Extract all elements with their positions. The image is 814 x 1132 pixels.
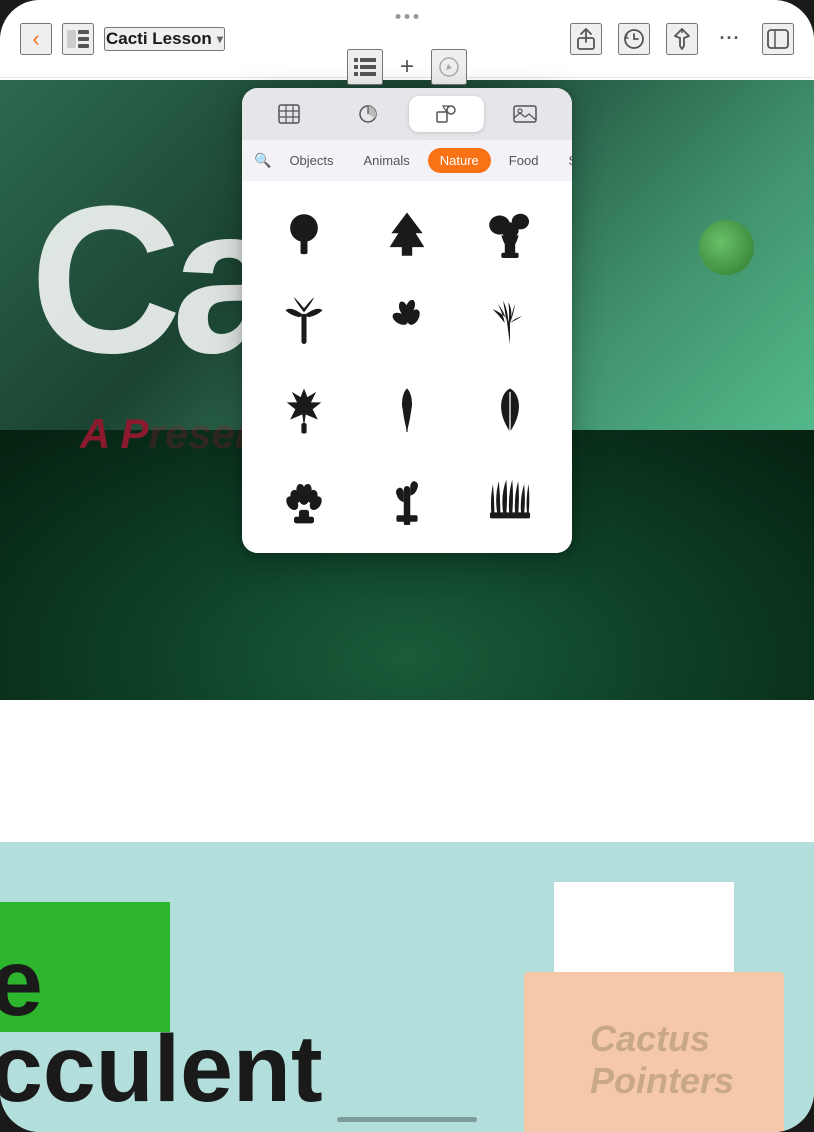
- sidebar-toggle-button[interactable]: [62, 23, 94, 55]
- sidebar-icon: [67, 30, 89, 48]
- add-button[interactable]: +: [389, 49, 425, 85]
- ipad-frame: Cacti A Presentation Cactus Pointers e c…: [0, 0, 814, 1132]
- nav-bar: ‹ Cacti Lesson ▾: [0, 0, 814, 78]
- back-button[interactable]: ‹: [20, 23, 52, 55]
- popup-tab-bar: [242, 88, 572, 140]
- shapes-tab-icon: [435, 104, 457, 124]
- symbol-fern[interactable]: [459, 279, 562, 367]
- pen-tool-button[interactable]: [431, 49, 467, 85]
- category-food[interactable]: Food: [497, 148, 551, 173]
- symbol-succulent[interactable]: [252, 455, 355, 543]
- symbol-herb-plant[interactable]: [355, 279, 458, 367]
- tab-table[interactable]: [252, 96, 327, 132]
- nav-dots: [396, 14, 419, 19]
- history-button[interactable]: [618, 23, 650, 55]
- tab-chart[interactable]: [331, 96, 406, 132]
- popup-category-bar: 🔍 Objects Animals Nature Food Symbols: [242, 140, 572, 181]
- green-circle-decoration: [699, 220, 754, 275]
- list-icon: [354, 58, 376, 76]
- table-tab-icon: [278, 104, 300, 124]
- insert-popup: 🔍 Objects Animals Nature Food Symbols: [242, 88, 572, 553]
- peach-block: Cactus Pointers: [524, 972, 784, 1132]
- symbol-maple-leaf[interactable]: [252, 367, 355, 455]
- bottom-teal-section: Cactus Pointers e cculent: [0, 842, 814, 1132]
- cactus-pointer-text: Cactus Pointers: [590, 1018, 734, 1102]
- symbol-deciduous-tree[interactable]: [252, 191, 355, 279]
- category-symbols[interactable]: Symbols: [556, 148, 572, 173]
- document-title-text: Cacti Lesson: [106, 29, 212, 49]
- symbol-pine-tree[interactable]: [355, 191, 458, 279]
- symbol-palm-tree[interactable]: [252, 279, 355, 367]
- symbol-cactus[interactable]: [355, 455, 458, 543]
- title-chevron-icon: ▾: [217, 32, 223, 46]
- search-icon: 🔍: [254, 152, 271, 169]
- more-button[interactable]: ···: [714, 23, 746, 55]
- tab-shapes[interactable]: [409, 96, 484, 132]
- pin-button[interactable]: [666, 23, 698, 55]
- symbol-grass[interactable]: [459, 455, 562, 543]
- document-title-button[interactable]: Cacti Lesson ▾: [104, 27, 225, 51]
- collab-button[interactable]: [762, 23, 794, 55]
- category-objects[interactable]: Objects: [277, 148, 345, 173]
- category-nature[interactable]: Nature: [428, 148, 491, 173]
- bottom-left-large-text: e cculent: [0, 941, 323, 1112]
- home-indicator: [337, 1117, 477, 1122]
- chart-tab-icon: [357, 104, 379, 124]
- pen-icon: [438, 56, 460, 78]
- symbol-grid: [242, 181, 572, 553]
- symbol-simple-leaf[interactable]: [459, 367, 562, 455]
- category-animals[interactable]: Animals: [352, 148, 422, 173]
- list-view-button[interactable]: [347, 49, 383, 85]
- collab-icon: [767, 29, 789, 49]
- share-button[interactable]: [570, 23, 602, 55]
- symbol-tulip-leaf[interactable]: [355, 367, 458, 455]
- symbol-bonsai-tree[interactable]: [459, 191, 562, 279]
- share-icon: [576, 28, 596, 50]
- tab-media[interactable]: [488, 96, 563, 132]
- media-tab-icon: [513, 104, 537, 124]
- history-icon: [623, 28, 645, 50]
- pin-icon: [673, 28, 691, 50]
